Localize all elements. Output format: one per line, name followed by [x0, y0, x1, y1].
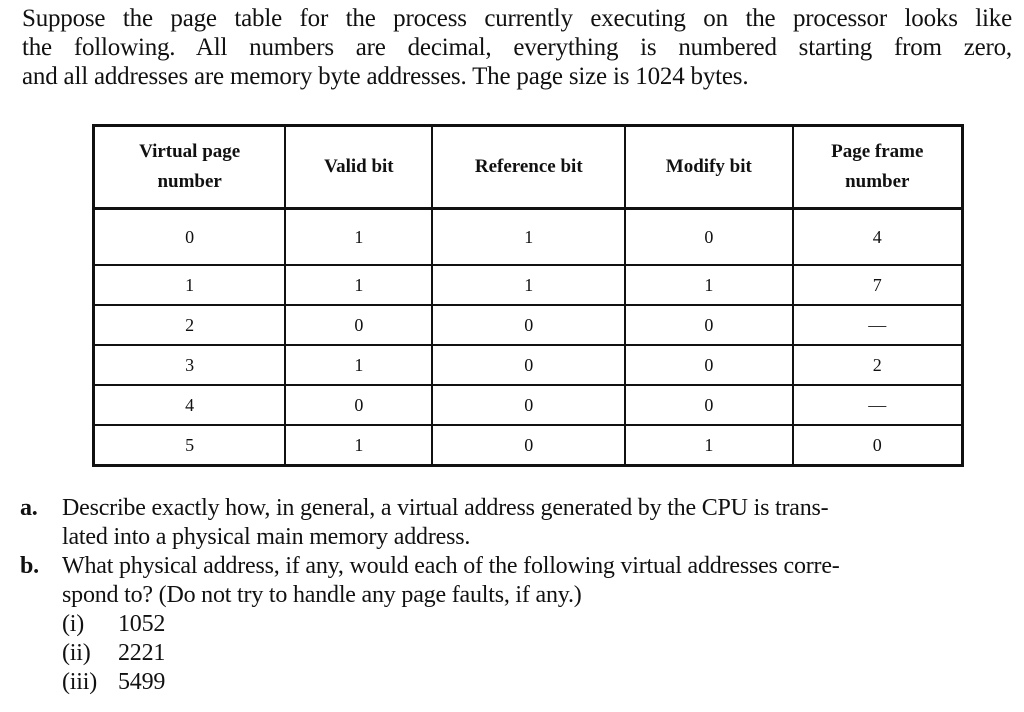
cell: 7: [791, 264, 964, 305]
problem-statement: Suppose the page table for the process c…: [22, 4, 1012, 91]
cell: 0: [92, 208, 287, 265]
intro-line: the following. All numbers are decimal, …: [22, 34, 1012, 61]
cell: 1: [284, 208, 434, 265]
intro-line: Suppose the page table for the process c…: [22, 5, 1012, 32]
table-header-row: Virtual page number Valid bit Reference b…: [92, 125, 964, 210]
cell: 1: [624, 424, 794, 466]
cell: 1: [431, 264, 627, 305]
cell: 0: [284, 304, 434, 345]
subitem-value: 5499: [118, 669, 166, 695]
cell: 1: [431, 208, 627, 265]
table-row: 01104: [92, 208, 964, 265]
cell: 0: [431, 424, 627, 466]
question-b: b. What physical address, if any, would …: [20, 552, 1010, 610]
subitems: (i) 1052 (ii) 2221 (iii) 5499: [62, 610, 1010, 697]
subitem-value: 1052: [118, 611, 166, 637]
table-row: 4 0 0 0—: [92, 384, 964, 425]
cell: 0: [624, 344, 794, 385]
cell: 4: [791, 208, 964, 265]
cell: 0: [431, 384, 627, 425]
cell: 0: [431, 304, 627, 345]
cell: 2: [791, 344, 964, 385]
cell: 1: [284, 264, 434, 305]
cell: 4: [92, 384, 287, 425]
table-row: 51010: [92, 424, 964, 466]
table-row: 11117: [92, 264, 964, 305]
header-page-frame-number: Page frame number: [791, 125, 964, 210]
subitem: (ii) 2221: [62, 639, 1010, 668]
subitem-label: (i): [62, 611, 85, 637]
cell: 1: [284, 344, 434, 385]
table-row: 31002: [92, 344, 964, 385]
header-modify-bit: Modify bit: [624, 125, 794, 210]
subitem-label: (iii): [62, 669, 97, 695]
question-line: lated into a physical main memory addres…: [62, 524, 471, 550]
cell: 0: [624, 208, 794, 265]
subitem: (iii) 5499: [62, 668, 1010, 697]
questions: a. Describe exactly how, in general, a v…: [20, 494, 1010, 697]
header-valid-bit: Valid bit: [284, 125, 434, 210]
cell: 1: [92, 264, 287, 305]
cell: 1: [284, 424, 434, 466]
question-line: spond to? (Do not try to handle any page…: [62, 582, 582, 608]
question-label: b.: [20, 553, 39, 579]
cell: 0: [624, 304, 794, 345]
table-row: 2 0 0 0—: [92, 304, 964, 345]
cell: 0: [791, 424, 964, 466]
header-virtual-page-number: Virtual page number: [92, 125, 287, 210]
question-label: a.: [20, 495, 38, 521]
subitem-label: (ii): [62, 640, 91, 666]
subitem: (i) 1052: [62, 610, 1010, 639]
cell: 1: [624, 264, 794, 305]
cell: 2: [92, 304, 287, 345]
cell: —: [791, 384, 964, 425]
cell: 0: [284, 384, 434, 425]
cell: 0: [431, 344, 627, 385]
question-line: What physical address, if any, would eac…: [62, 553, 840, 579]
question-a: a. Describe exactly how, in general, a v…: [20, 494, 1010, 552]
question-line: Describe exactly how, in general, a virt…: [62, 495, 829, 521]
page-table: Virtual page number Valid bit Reference b…: [92, 124, 964, 467]
subitem-value: 2221: [118, 640, 166, 666]
cell: —: [791, 304, 964, 345]
header-reference-bit: Reference bit: [431, 125, 627, 210]
cell: 5: [92, 424, 287, 466]
cell: 0: [624, 384, 794, 425]
intro-line: and all addresses are memory byte addres…: [22, 63, 749, 90]
cell: 3: [92, 344, 287, 385]
